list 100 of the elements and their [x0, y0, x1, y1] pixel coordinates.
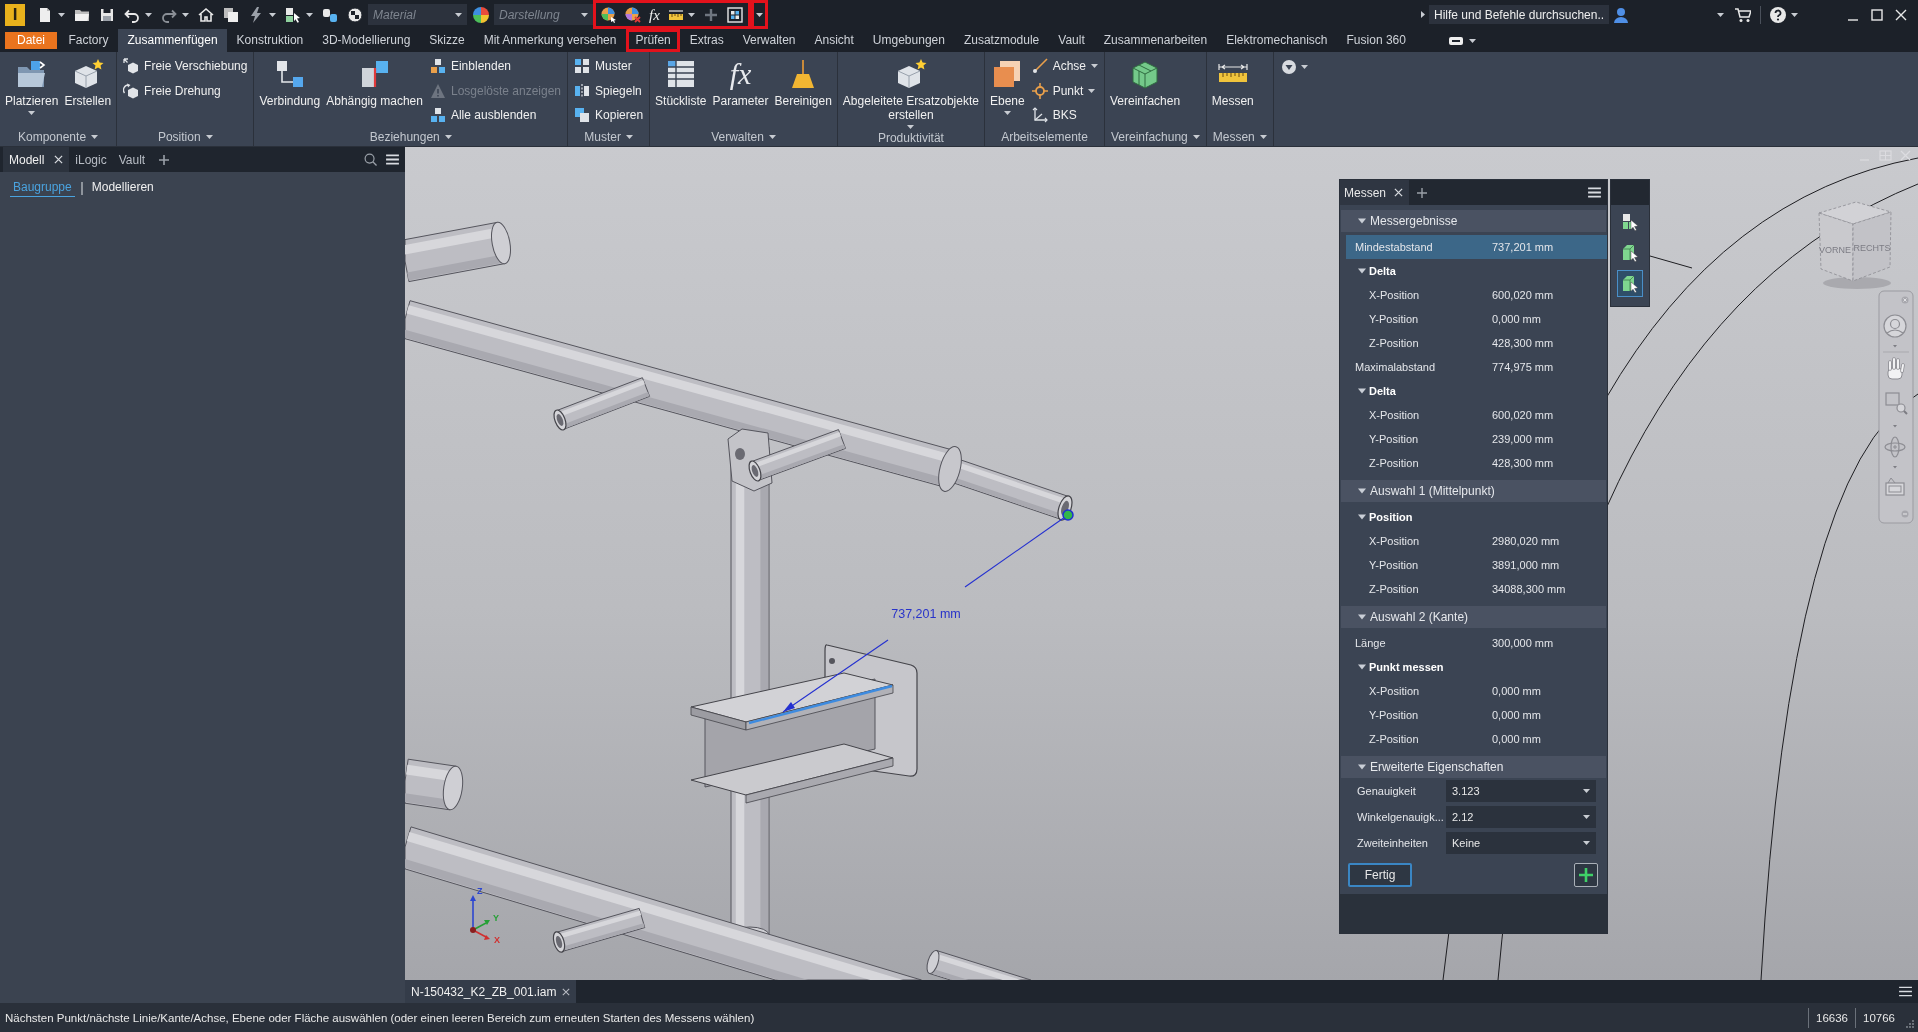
ribbon-tab[interactable]: Skizze [419, 29, 475, 52]
resize-grip-icon[interactable] [1906, 1020, 1914, 1028]
collapse-icon[interactable] [1358, 613, 1366, 621]
result-row[interactable]: X-Position 0,000 mm [1346, 679, 1607, 703]
ribbon-button[interactable]: Platzieren [2, 54, 62, 115]
menu-icon[interactable] [386, 154, 399, 165]
ribbon-button[interactable]: Punkt [1027, 78, 1102, 103]
tile-icon[interactable] [1879, 150, 1892, 161]
ribbon-tab[interactable]: Prüfen [625, 29, 681, 52]
caret-icon[interactable] [306, 12, 313, 17]
caret-icon[interactable] [91, 134, 99, 139]
cart-icon[interactable] [1735, 6, 1751, 23]
ribbon-tab[interactable]: Verwalten [733, 29, 805, 52]
caret-icon[interactable] [444, 134, 452, 139]
caret-icon[interactable] [768, 134, 776, 139]
result-row[interactable]: Z-Position 428,300 mm [1346, 451, 1607, 475]
group-row[interactable]: Delta [1346, 259, 1607, 283]
documents-icon[interactable] [223, 6, 239, 23]
section-header[interactable]: Auswahl 1 (Mittelpunkt) [1341, 480, 1606, 502]
app-logo[interactable]: I [5, 3, 25, 26]
ribbon-tab[interactable]: Elektromechanisch [1216, 29, 1338, 52]
collapse-icon[interactable] [1358, 513, 1366, 521]
result-row[interactable]: Z-Position 34088,300 mm [1346, 577, 1607, 601]
user-icon[interactable] [1613, 6, 1629, 23]
collapse-icon[interactable] [1358, 267, 1366, 275]
result-row[interactable]: Mindestabstand 737,201 mm [1346, 235, 1607, 259]
close-icon[interactable] [1900, 150, 1911, 161]
new-file-icon[interactable] [37, 6, 53, 23]
search-icon[interactable] [364, 153, 377, 166]
collapse-icon[interactable] [1358, 663, 1366, 671]
color-wheel-icon[interactable] [473, 6, 489, 23]
ribbon-button[interactable]: Freie Drehung [119, 78, 252, 103]
caret-icon[interactable] [755, 12, 763, 17]
search-field[interactable]: Hilfe und Befehle durchsuchen.. [1429, 5, 1609, 24]
ribbon-tab[interactable]: Ansicht [805, 29, 864, 52]
panel-menu-button[interactable]: Messen [1206, 127, 1273, 146]
cube-cursor-icon[interactable] [285, 6, 301, 23]
caret-icon[interactable] [1717, 12, 1724, 17]
result-row[interactable]: Y-Position 239,000 mm [1346, 427, 1607, 451]
color-ball-cross-icon[interactable] [625, 6, 641, 23]
cylinders-icon[interactable] [322, 6, 338, 23]
3d-viewport[interactable] [405, 147, 1918, 980]
dropdown-field[interactable]: 3.123 [1446, 780, 1596, 802]
result-row[interactable]: Y-Position 0,000 mm [1346, 307, 1607, 331]
panel-menu-button[interactable]: Verwalten [705, 127, 782, 146]
selection-mode-button[interactable] [1617, 270, 1643, 297]
caret-icon[interactable] [1003, 111, 1011, 115]
caret-icon[interactable] [58, 12, 65, 17]
result-row[interactable]: Z-Position 428,300 mm [1346, 331, 1607, 355]
dropdown-circle-icon[interactable] [1281, 60, 1296, 74]
add-button[interactable] [1574, 863, 1598, 887]
menu-icon[interactable] [1588, 187, 1601, 198]
result-row[interactable]: X-Position 2980,020 mm [1346, 529, 1607, 553]
close-icon[interactable] [54, 155, 64, 164]
appearance-dropdown[interactable]: Darstellung [494, 4, 593, 25]
ribbon-button[interactable]: Stückliste [652, 54, 710, 108]
caret-icon[interactable] [625, 134, 633, 139]
ribbon-button[interactable]: Messen [1208, 54, 1257, 108]
ribbon-button[interactable]: Abhängig machen [323, 54, 426, 108]
panel-menu-button[interactable]: Beziehungen [363, 127, 458, 146]
caret-icon[interactable] [269, 12, 276, 17]
ribbon-button[interactable]: Muster [570, 54, 648, 79]
ribbon-tab[interactable]: Umgebungen [863, 29, 955, 52]
browser-tab[interactable]: iLogic [69, 147, 113, 172]
browser-tab[interactable]: Vault [112, 147, 152, 172]
ribbon-tab[interactable]: Zusatzmodule [954, 29, 1049, 52]
caret-icon[interactable] [28, 111, 36, 115]
add-icon[interactable] [1417, 187, 1428, 198]
ribbon-tab[interactable]: Fusion 360 [1337, 29, 1416, 52]
browser-tab[interactable]: Modell [3, 147, 70, 172]
panel-menu-button[interactable]: Position [151, 127, 219, 146]
caret-icon[interactable] [205, 134, 213, 139]
collapse-icon[interactable] [1358, 487, 1366, 495]
panel-menu-button[interactable]: Muster [578, 127, 639, 146]
dropdown-field[interactable]: 2.12 [1446, 806, 1596, 828]
menu-icon[interactable] [1899, 986, 1912, 997]
group-row[interactable]: Delta [1346, 379, 1607, 403]
caret-icon[interactable] [455, 13, 462, 17]
plus-icon[interactable] [702, 6, 719, 23]
caret-icon[interactable] [687, 12, 695, 17]
collapse-icon[interactable] [1358, 387, 1366, 395]
collapse-icon[interactable] [1358, 217, 1366, 225]
expand-icon[interactable] [1421, 11, 1425, 18]
result-row[interactable]: Maximalabstand 774,975 mm [1346, 355, 1607, 379]
close-icon[interactable] [1394, 188, 1404, 197]
dropdown-field[interactable]: Keine [1446, 832, 1596, 854]
caret-icon[interactable] [1583, 789, 1590, 793]
maximize-icon[interactable] [1871, 8, 1883, 21]
ribbon-tab[interactable]: Zusammenarbeiten [1094, 29, 1217, 52]
result-row[interactable]: Y-Position 0,000 mm [1346, 703, 1607, 727]
group-row[interactable]: Punkt messen [1346, 655, 1607, 679]
collapse-icon[interactable] [1358, 763, 1366, 771]
hand-icon[interactable] [1887, 357, 1905, 380]
ribbon-button[interactable]: Bereinigen [771, 54, 835, 108]
panel-menu-button[interactable]: Komponente [12, 127, 105, 146]
lightning-icon[interactable] [248, 6, 264, 23]
ribbon-tab[interactable]: Extras [680, 29, 734, 52]
browser-view-tab[interactable]: Modellieren [88, 180, 157, 197]
ribbon-tab[interactable]: Factory [59, 29, 119, 52]
ribbon-button[interactable]: Freie Verschiebung [119, 54, 252, 79]
